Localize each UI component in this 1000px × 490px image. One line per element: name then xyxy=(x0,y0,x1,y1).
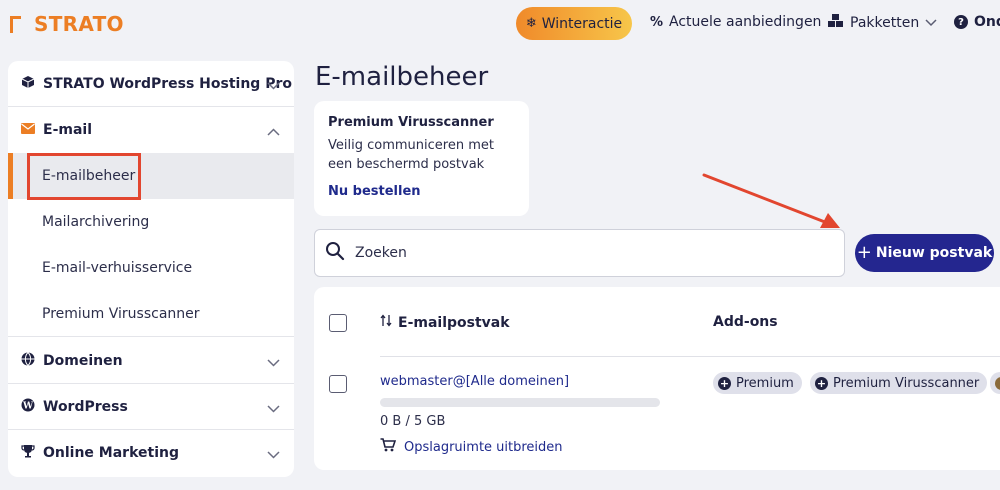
nieuw-postvak-button[interactable]: + Nieuw postvak xyxy=(855,234,994,272)
cubes-icon xyxy=(828,14,844,32)
sidebar-section-online-marketing[interactable]: Online Marketing xyxy=(8,430,294,476)
mailbox-table: E-mailpostvak Add-ons webmaster@[Alle do… xyxy=(314,287,1000,470)
nav-pakketten[interactable]: Pakketten xyxy=(828,14,937,32)
storage-progress-bar xyxy=(380,398,660,407)
plus-circle-icon xyxy=(995,376,1000,390)
sidebar-section-email[interactable]: E-mail xyxy=(8,107,294,153)
addon-badge-premium-virusscanner[interactable]: + Premium Virusscanner xyxy=(810,372,988,394)
select-all-checkbox[interactable] xyxy=(329,314,347,332)
sidebar-item-label: E-mail-verhuisservice xyxy=(42,260,193,276)
chevron-down-icon xyxy=(267,78,280,94)
sort-icon xyxy=(380,314,392,331)
box-icon xyxy=(21,75,35,93)
addon-badge-more[interactable] xyxy=(990,372,1000,394)
column-header-label: Add-ons xyxy=(713,314,778,330)
plus-icon: + xyxy=(856,242,872,263)
expand-link-label: Opslagruimte uitbreiden xyxy=(404,439,563,455)
winteractie-label: Winteractie xyxy=(541,15,623,32)
column-header-emailpostvak[interactable]: E-mailpostvak xyxy=(380,314,510,331)
column-header-label: E-mailpostvak xyxy=(398,314,510,331)
trophy-icon xyxy=(21,444,35,462)
virusscanner-promo-card: Premium Virusscanner Veilig communiceren… xyxy=(314,101,529,216)
winteractie-button[interactable]: ❄ Winteractie xyxy=(516,7,632,40)
nav-label: Actuele aanbiedingen xyxy=(669,14,822,30)
top-bar: STRATO ❄ Winteractie % Actuele aanbiedin… xyxy=(0,0,1000,48)
nav-label: Pakketten xyxy=(850,15,920,31)
addon-label: Premium Virusscanner xyxy=(833,375,980,391)
chevron-down-icon xyxy=(267,355,280,371)
logo-text: STRATO xyxy=(34,12,124,36)
search-icon xyxy=(325,241,345,265)
plus-circle-icon: + xyxy=(718,376,731,390)
sidebar-section-domeinen[interactable]: Domeinen xyxy=(8,338,294,384)
snowflake-icon: ❄ xyxy=(525,16,537,31)
search-input[interactable] xyxy=(355,245,815,261)
help-circle-icon: ? xyxy=(954,15,968,29)
row-checkbox[interactable] xyxy=(329,375,347,393)
chevron-up-icon xyxy=(267,124,280,140)
annotation-arrow xyxy=(702,173,840,228)
globe-icon xyxy=(21,351,35,370)
sidebar-item-label: Mailarchivering xyxy=(42,214,150,230)
sidebar-section-label: STRATO WordPress Hosting Pro xyxy=(43,75,292,92)
nav-label: Ond xyxy=(974,14,1000,30)
promo-card-title: Premium Virusscanner xyxy=(328,115,494,130)
svg-text:W: W xyxy=(22,401,34,411)
sidebar-section-label: WordPress xyxy=(43,398,128,415)
mail-icon xyxy=(21,122,35,138)
nu-bestellen-link[interactable]: Nu bestellen xyxy=(328,184,421,199)
mailbox-email-link[interactable]: webmaster@[Alle domeinen] xyxy=(380,374,569,389)
nav-actuele-aanbiedingen[interactable]: % Actuele aanbiedingen xyxy=(650,14,821,30)
chevron-down-icon xyxy=(267,401,280,417)
sidebar-item-label: Premium Virusscanner xyxy=(42,305,200,322)
sidebar-section-wordpress[interactable]: W WordPress xyxy=(8,384,294,430)
annotation-highlight-box xyxy=(27,153,141,200)
strato-logo[interactable]: STRATO xyxy=(8,12,124,36)
sidebar-section-label: Online Marketing xyxy=(43,445,179,461)
sidebar-section-label: Domeinen xyxy=(43,352,123,369)
strato-logo-icon xyxy=(8,13,30,35)
chevron-down-icon xyxy=(267,447,280,463)
wordpress-icon: W xyxy=(21,398,35,416)
sidebar: STRATO WordPress Hosting Pro E-mail E-ma… xyxy=(8,61,294,477)
cart-icon xyxy=(380,438,397,456)
row-divider xyxy=(380,356,1000,357)
page-title: E-mailbeheer xyxy=(315,62,489,92)
sidebar-section-wordpress-hosting[interactable]: STRATO WordPress Hosting Pro xyxy=(8,61,294,107)
percent-icon: % xyxy=(650,14,664,30)
promo-card-text: Veilig communiceren met een beschermd po… xyxy=(328,138,494,172)
storage-usage-text: 0 B / 5 GB xyxy=(380,414,446,429)
chevron-down-icon xyxy=(925,15,937,31)
plus-circle-icon: + xyxy=(815,376,828,390)
nav-ondersteuning[interactable]: ? Ond xyxy=(954,14,1000,30)
sidebar-item-email-verhuisservice[interactable]: E-mail-verhuisservice xyxy=(8,245,294,291)
sidebar-item-mailarchivering[interactable]: Mailarchivering xyxy=(8,199,294,245)
nieuw-postvak-label: Nieuw postvak xyxy=(875,245,993,261)
column-header-addons: Add-ons xyxy=(713,314,778,330)
opslagruimte-uitbreiden-link[interactable]: Opslagruimte uitbreiden xyxy=(380,438,563,456)
addon-label: Premium xyxy=(736,375,794,391)
sidebar-section-label: E-mail xyxy=(43,122,93,138)
sidebar-item-premium-virusscanner[interactable]: Premium Virusscanner xyxy=(8,291,294,337)
addon-badge-premium[interactable]: + Premium xyxy=(713,372,802,394)
active-indicator xyxy=(8,153,13,199)
